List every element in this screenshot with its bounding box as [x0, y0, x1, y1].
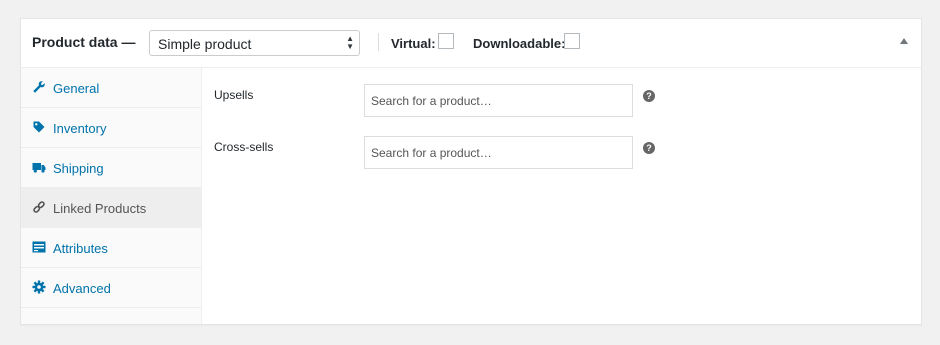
tab-label: Linked Products — [53, 201, 147, 216]
link-icon — [33, 201, 45, 213]
truck-icon — [32, 163, 46, 173]
wrench-icon — [33, 81, 45, 93]
tab-label: General — [53, 81, 100, 96]
upsells-label: Upsells — [214, 88, 254, 102]
panel-header: Product data — Simple product ▲ ▼ Virtual… — [21, 19, 921, 68]
tag-icon — [33, 121, 45, 133]
upsells-help-icon[interactable]: ? — [643, 90, 655, 102]
collapse-toggle-icon[interactable] — [900, 38, 908, 44]
tab-label: Inventory — [53, 121, 107, 136]
tab-attributes[interactable]: Attributes — [21, 228, 201, 268]
virtual-checkbox[interactable] — [438, 33, 454, 49]
panel-title: Product data — — [32, 34, 136, 50]
downloadable-label: Downloadable: — [473, 36, 566, 51]
product-type-value: Simple product — [158, 36, 252, 52]
tab-linked-products[interactable]: Linked Products — [21, 188, 201, 228]
crosssells-search-input[interactable] — [364, 136, 633, 169]
header-divider — [378, 33, 379, 51]
tab-label: Advanced — [53, 281, 111, 296]
crosssells-label: Cross-sells — [214, 140, 274, 154]
upsells-search-input[interactable] — [364, 84, 633, 117]
product-data-tabs: General Inventory Shipping Linked Produc… — [21, 68, 202, 324]
crosssells-help-icon[interactable]: ? — [643, 142, 655, 154]
tab-label: Shipping — [53, 161, 104, 176]
tab-label: Attributes — [53, 241, 108, 256]
select-arrows-icon: ▲ ▼ — [346, 34, 354, 51]
tab-general[interactable]: General — [21, 68, 201, 108]
list-icon — [32, 241, 46, 253]
linked-products-panel: Upsells ? Cross-sells ? — [202, 68, 921, 324]
gear-icon — [32, 280, 46, 294]
product-type-select[interactable]: Simple product ▲ ▼ — [149, 30, 360, 56]
tab-inventory[interactable]: Inventory — [21, 108, 201, 148]
product-data-panel: Product data — Simple product ▲ ▼ Virtual… — [20, 18, 922, 325]
tab-shipping[interactable]: Shipping — [21, 148, 201, 188]
downloadable-checkbox[interactable] — [564, 33, 580, 49]
virtual-label: Virtual: — [391, 36, 436, 51]
tab-advanced[interactable]: Advanced — [21, 268, 201, 308]
